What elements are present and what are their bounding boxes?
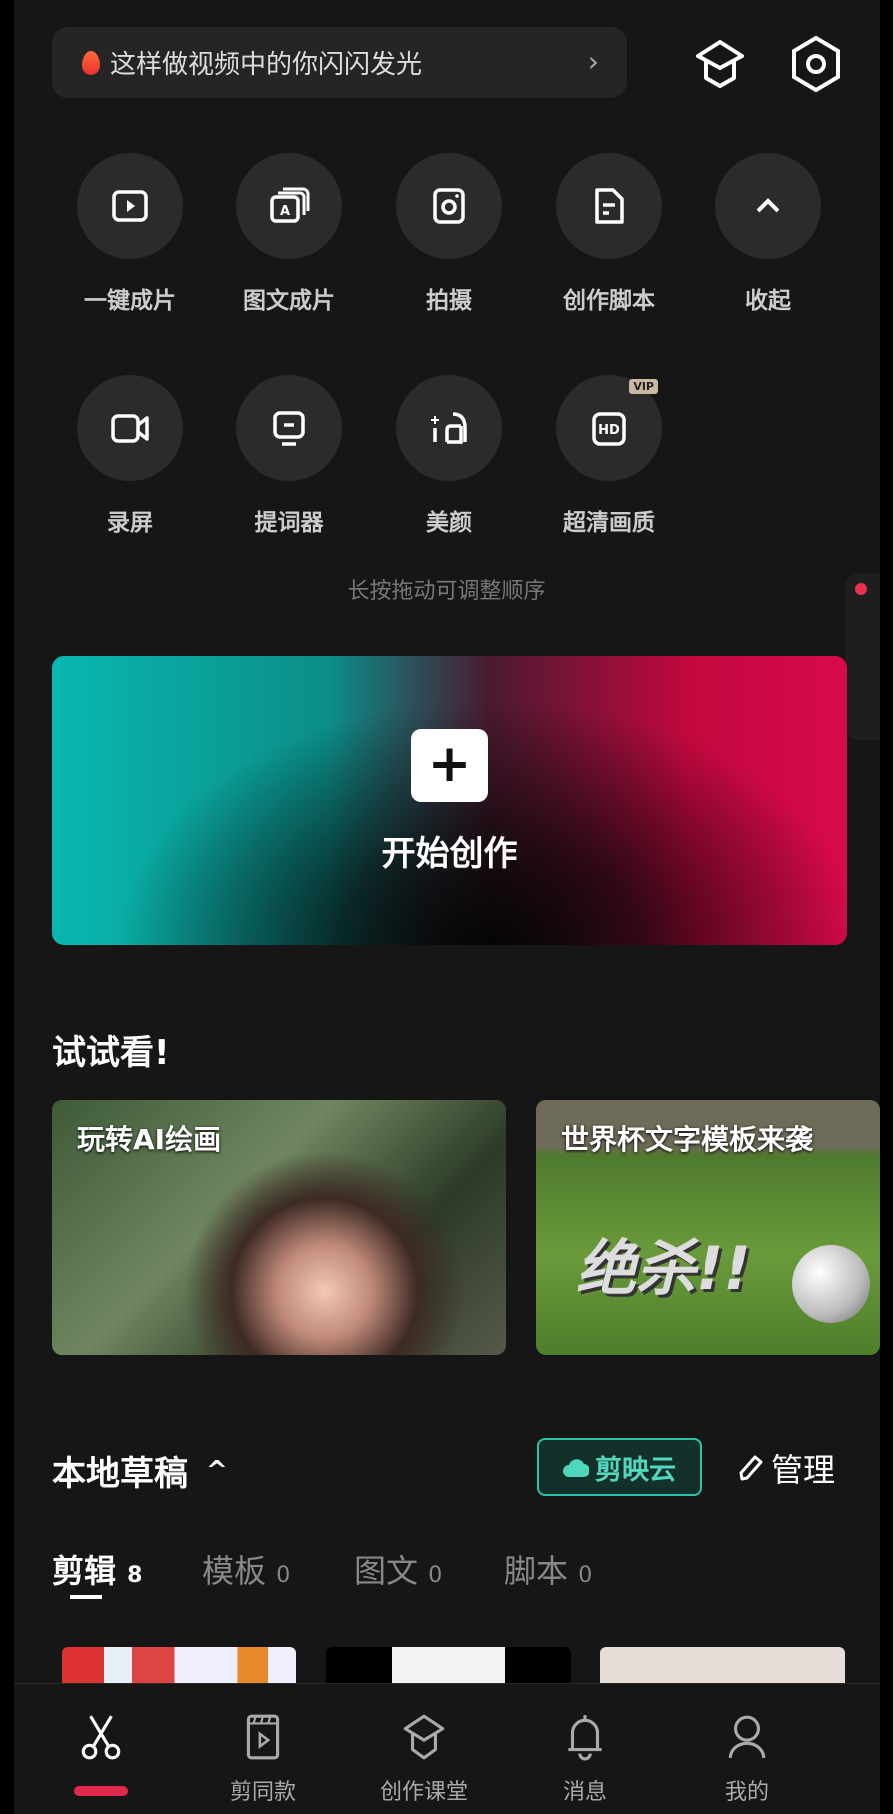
card-title: 世界杯文字模板来袭	[561, 1123, 814, 1156]
active-tab-indicator	[70, 1595, 102, 1599]
card-art-text: 绝杀!!	[576, 1234, 751, 1304]
tab-count: 0	[276, 1563, 291, 1588]
card-title: 玩转AI绘画	[77, 1123, 222, 1156]
cloud-label: 剪映云	[595, 1454, 676, 1486]
svg-text:A: A	[280, 204, 290, 219]
floating-side-handle[interactable]	[845, 573, 880, 740]
tool-button[interactable]: HD VIP	[556, 375, 662, 481]
start-creation-label: 开始创作	[381, 834, 518, 874]
banner-text: 这样做视频中的你闪闪发光	[110, 50, 423, 80]
teleprompter-icon	[273, 411, 305, 446]
promo-banner[interactable]: 这样做视频中的你闪闪发光 ›	[52, 27, 627, 98]
flame-icon	[82, 50, 100, 75]
tool-label: 美颜	[426, 510, 472, 536]
tool-label: 录屏	[107, 510, 153, 536]
tool-button[interactable]	[715, 153, 821, 259]
local-drafts-title: 本地草稿	[52, 1454, 188, 1494]
tab-count: 0	[578, 1563, 593, 1588]
draft-tab-3[interactable]: 脚本 0	[504, 1546, 592, 1592]
active-nav-indicator	[74, 1786, 128, 1796]
manage-label: 管理	[771, 1451, 836, 1489]
chevron-right-icon: ›	[587, 45, 599, 78]
tool-2[interactable]: 拍摄	[379, 153, 519, 315]
chevron-up-icon	[756, 198, 780, 213]
tool-0[interactable]: 一键成片	[60, 153, 200, 315]
manage-button[interactable]: 管理	[737, 1445, 835, 1491]
camera-icon	[433, 188, 465, 224]
tool-button[interactable]	[396, 153, 502, 259]
draft-tab-1[interactable]: 模板 0	[202, 1546, 290, 1592]
cloud-icon	[563, 1459, 589, 1478]
tool-1[interactable]: A 图文成片	[219, 153, 359, 315]
tool-label: 提词器	[254, 510, 324, 536]
settings-hexagon-icon[interactable]	[788, 34, 844, 94]
nav-item-1[interactable]: 剪同款	[203, 1712, 323, 1805]
play-square-icon	[112, 190, 148, 222]
tool-button[interactable]	[396, 375, 502, 481]
tool-label: 图文成片	[243, 288, 335, 314]
bell-icon	[568, 1715, 602, 1761]
script-document-icon	[595, 188, 624, 224]
pencil-icon	[739, 1455, 763, 1481]
tab-count: 8	[127, 1563, 143, 1588]
template-clip-icon	[246, 1714, 280, 1760]
plus-icon: +	[411, 729, 488, 802]
nav-label: 创作课堂	[379, 1780, 468, 1805]
local-drafts-header[interactable]: 本地草稿 ^	[52, 1446, 228, 1495]
football-image	[792, 1245, 870, 1323]
tool-button[interactable]	[77, 153, 183, 259]
nav-label: 剪同款	[229, 1780, 296, 1805]
tab-label: 剪辑	[52, 1552, 117, 1590]
tool-3[interactable]: 创作脚本	[539, 153, 679, 315]
vip-badge: VIP	[629, 379, 658, 394]
scissors-icon	[81, 1715, 121, 1760]
tool-label: 一键成片	[84, 288, 176, 314]
video-camera-icon	[111, 414, 149, 443]
tool-label: 创作脚本	[563, 288, 655, 314]
nav-label: 我的	[724, 1780, 769, 1805]
try-card-worldcup-template[interactable]: 世界杯文字模板来袭 绝杀!!	[536, 1100, 880, 1355]
bottom-nav: 剪同款 创作课堂 消息 我的	[14, 1683, 880, 1814]
tool-label: 收起	[745, 288, 791, 314]
tool-4[interactable]: 收起	[698, 153, 838, 315]
draft-tab-2[interactable]: 图文 0	[354, 1546, 442, 1592]
graduation-cap-icon[interactable]	[692, 36, 748, 92]
nav-item-3[interactable]: 消息	[525, 1712, 645, 1805]
svg-text:HD: HD	[598, 423, 620, 438]
start-creation-button[interactable]: + 开始创作	[52, 656, 847, 945]
chevron-up-icon: ^	[206, 1455, 228, 1486]
try-card-ai-painting[interactable]: 玩转AI绘画	[52, 1100, 506, 1355]
tab-label: 图文	[354, 1552, 419, 1590]
tab-label: 脚本	[504, 1552, 569, 1590]
tool-7[interactable]: 美颜	[379, 375, 519, 537]
nav-item-2[interactable]: 创作课堂	[364, 1712, 484, 1805]
tab-count: 0	[428, 1563, 443, 1588]
tool-8[interactable]: HD VIP 超清画质	[539, 375, 679, 537]
user-icon	[728, 1715, 766, 1758]
cloud-button[interactable]: 剪映云	[537, 1438, 702, 1496]
tool-button[interactable]	[556, 153, 662, 259]
tool-button[interactable]	[236, 375, 342, 481]
tool-button[interactable]	[77, 375, 183, 481]
draft-tab-0[interactable]: 剪辑 8	[52, 1546, 142, 1592]
nav-item-0[interactable]	[41, 1712, 161, 1796]
nav-item-4[interactable]: 我的	[687, 1712, 807, 1805]
try-section-title: 试试看!	[52, 1033, 170, 1073]
tool-6[interactable]: 提词器	[219, 375, 359, 537]
notification-dot	[855, 583, 867, 595]
tool-label: 拍摄	[426, 288, 472, 314]
text-layers-icon: A	[270, 187, 310, 223]
tool-label: 超清画质	[563, 510, 655, 536]
nav-label: 消息	[562, 1780, 607, 1805]
tool-button[interactable]: A	[236, 153, 342, 259]
hd-icon: HD	[592, 412, 626, 446]
tool-5[interactable]: 录屏	[60, 375, 200, 537]
reorder-hint: 长按拖动可调整顺序	[347, 579, 546, 604]
tab-label: 模板	[202, 1552, 267, 1590]
graduation-cap-icon	[403, 1714, 445, 1760]
beauty-icon	[431, 412, 467, 444]
